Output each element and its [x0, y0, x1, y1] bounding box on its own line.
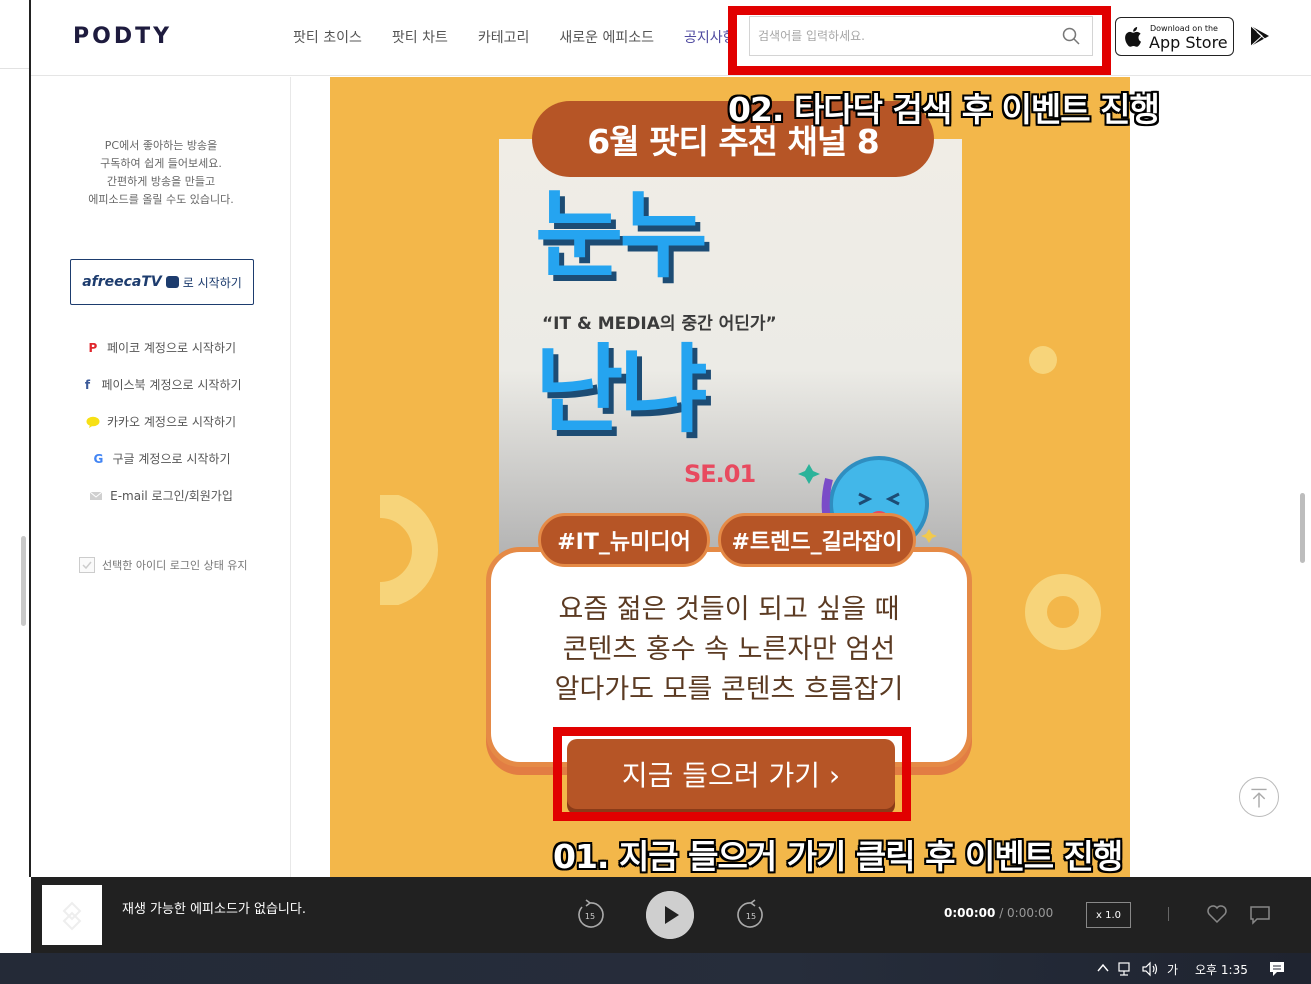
google-play-icon[interactable]: [1248, 24, 1272, 48]
scroll-to-top-button[interactable]: [1239, 777, 1279, 817]
now-playing-status: 재생 가능한 에피소드가 없습니다.: [122, 902, 306, 917]
chevron-up-icon[interactable]: [1097, 963, 1109, 973]
app-store-small-text: Download on the: [1150, 24, 1218, 33]
decorative-ring: [379, 495, 438, 605]
play-button[interactable]: [646, 891, 694, 939]
payco-icon: P: [88, 340, 98, 355]
facebook-login[interactable]: f 페이스북 계정으로 시작하기: [31, 366, 291, 403]
speaker-icon[interactable]: [1141, 961, 1159, 977]
kakao-login[interactable]: 카카오 계정으로 시작하기: [31, 403, 291, 440]
current-time: 0:00:00: [944, 906, 996, 920]
intro-line: PC에서 좋아하는 방송을: [104, 139, 218, 152]
afreeca-logo: afreecaTV: [82, 274, 162, 290]
outer-left-panel: [0, 0, 31, 877]
afreeca-tv-icon: [165, 276, 179, 288]
heart-icon[interactable]: [1206, 904, 1228, 924]
ime-indicator[interactable]: 가: [1167, 961, 1178, 978]
keep-login-label: 선택한 아이디 로그인 상태 유지: [102, 559, 248, 572]
nav-podty-chart[interactable]: 팟티 차트: [392, 27, 448, 47]
page-scrollbar[interactable]: [1300, 493, 1305, 563]
main-nav: 팟티 초이스 팟티 차트 카테고리 새로운 에피소드 공지사항: [293, 27, 736, 47]
payco-login-label: 페이코 계정으로 시작하기: [106, 341, 237, 355]
duration: / 0:00:00: [999, 906, 1054, 920]
description-text: 요즘 젊은 것들이 되고 싶을 때 콘텐츠 홍수 속 노른자만 엄선 알다가도 …: [491, 590, 967, 710]
google-login[interactable]: G 구글 계정으로 시작하기: [31, 440, 291, 477]
check-icon: [82, 561, 92, 570]
intro-line: 구독하여 쉽게 들어보세요.: [100, 157, 222, 170]
playback-time: 0:00:00 / 0:00:00: [944, 906, 1053, 920]
hashtag-trend: #트렌드_길라잡이: [718, 513, 916, 567]
afreeca-login-label: 로 시작하기: [182, 275, 242, 290]
nav-category[interactable]: 카테고리: [478, 27, 530, 47]
network-icon[interactable]: [1118, 961, 1134, 977]
description-line: 요즘 젊은 것들이 되고 싶을 때: [558, 594, 900, 625]
channel-tagline: “IT & MEDIA의 중간 어딘가”: [542, 314, 777, 334]
windows-taskbar: 가 오후 1:35: [0, 953, 1311, 984]
podty-page: PODTY 팟티 초이스 팟티 차트 카테고리 새로운 에피소드 공지사항 Do…: [0, 0, 1311, 984]
divider: [1168, 907, 1169, 921]
facebook-icon: f: [84, 377, 91, 392]
google-icon: G: [93, 451, 104, 466]
annotation-step2: 02. 타다닥 검색 후 이벤트 진행: [728, 90, 1160, 129]
header: PODTY 팟티 초이스 팟티 차트 카테고리 새로운 에피소드 공지사항 Do…: [31, 0, 1311, 76]
placeholder-logo-icon: [62, 901, 82, 931]
app-store-text: App Store: [1149, 33, 1228, 52]
annotation-step1: 01. 지금 들으거 가기 클릭 후 이벤트 진행: [553, 837, 1123, 876]
channel-name-line2: 난냐: [535, 334, 708, 446]
taskbar-clock[interactable]: 오후 1:35: [1195, 961, 1248, 978]
nav-podty-choice[interactable]: 팟티 초이스: [293, 27, 362, 47]
rewind-seconds: 15: [585, 912, 595, 921]
decorative-donut: [1025, 574, 1101, 650]
login-sidebar: PC에서 좋아하는 방송을 구독하여 쉽게 들어보세요. 간편하게 방송을 만들…: [31, 77, 291, 877]
social-login-list: P 페이코 계정으로 시작하기 f 페이스북 계정으로 시작하기 카카오 계정으…: [31, 329, 291, 514]
kakao-login-label: 카카오 계정으로 시작하기: [106, 415, 237, 429]
notification-icon[interactable]: [1268, 960, 1286, 978]
player-bar: 재생 가능한 에피소드가 없습니다. 15 15 0:00:00 / 0:00:…: [31, 877, 1311, 953]
decorative-dot: [1029, 346, 1057, 374]
intro-line: 에피소드를 올릴 수도 있습니다.: [88, 193, 234, 206]
intro-line: 간편하게 방송을 만들고: [106, 175, 216, 188]
apple-icon: [1125, 27, 1141, 47]
divider: [0, 68, 29, 69]
nav-new-episodes[interactable]: 새로운 에피소드: [559, 27, 654, 47]
app-store-button[interactable]: Download on the App Store: [1115, 17, 1234, 56]
episode-thumbnail: [42, 885, 102, 945]
email-login-label: E-mail 로그인/회원가입: [110, 489, 233, 503]
hashtag-it: #IT_뉴미디어: [538, 513, 710, 567]
forward-15-icon[interactable]: 15: [733, 897, 769, 933]
facebook-login-label: 페이스북 계정으로 시작하기: [101, 378, 242, 392]
keep-login[interactable]: 선택한 아이디 로그인 상태 유지: [79, 557, 248, 573]
channel-name-line1: 눈누: [535, 179, 708, 291]
annotation-box-search: [728, 6, 1111, 75]
mail-icon: [89, 491, 103, 500]
playback-speed-button[interactable]: x 1.0: [1086, 902, 1131, 928]
intro-text: PC에서 좋아하는 방송을 구독하여 쉽게 들어보세요. 간편하게 방송을 만들…: [31, 137, 291, 209]
annotation-box-cta: [553, 727, 911, 821]
description-line: 알다가도 모를 콘텐츠 흐름잡기: [554, 674, 904, 705]
rewind-15-icon[interactable]: 15: [572, 897, 608, 933]
podty-logo[interactable]: PODTY: [73, 24, 172, 49]
comment-icon[interactable]: [1249, 905, 1271, 925]
google-login-label: 구글 계정으로 시작하기: [112, 452, 231, 466]
kakao-icon: [86, 416, 100, 428]
payco-login[interactable]: P 페이코 계정으로 시작하기: [31, 329, 291, 366]
description-line: 콘텐츠 홍수 속 노른자만 엄선: [562, 634, 896, 665]
forward-seconds: 15: [746, 912, 756, 921]
season-label: SE.01: [684, 460, 756, 488]
afreeca-login-button[interactable]: afreecaTV 로 시작하기: [70, 259, 254, 305]
email-login[interactable]: E-mail 로그인/회원가입: [31, 477, 291, 514]
keep-login-checkbox[interactable]: [79, 557, 95, 573]
outer-scrollbar[interactable]: [21, 536, 26, 626]
